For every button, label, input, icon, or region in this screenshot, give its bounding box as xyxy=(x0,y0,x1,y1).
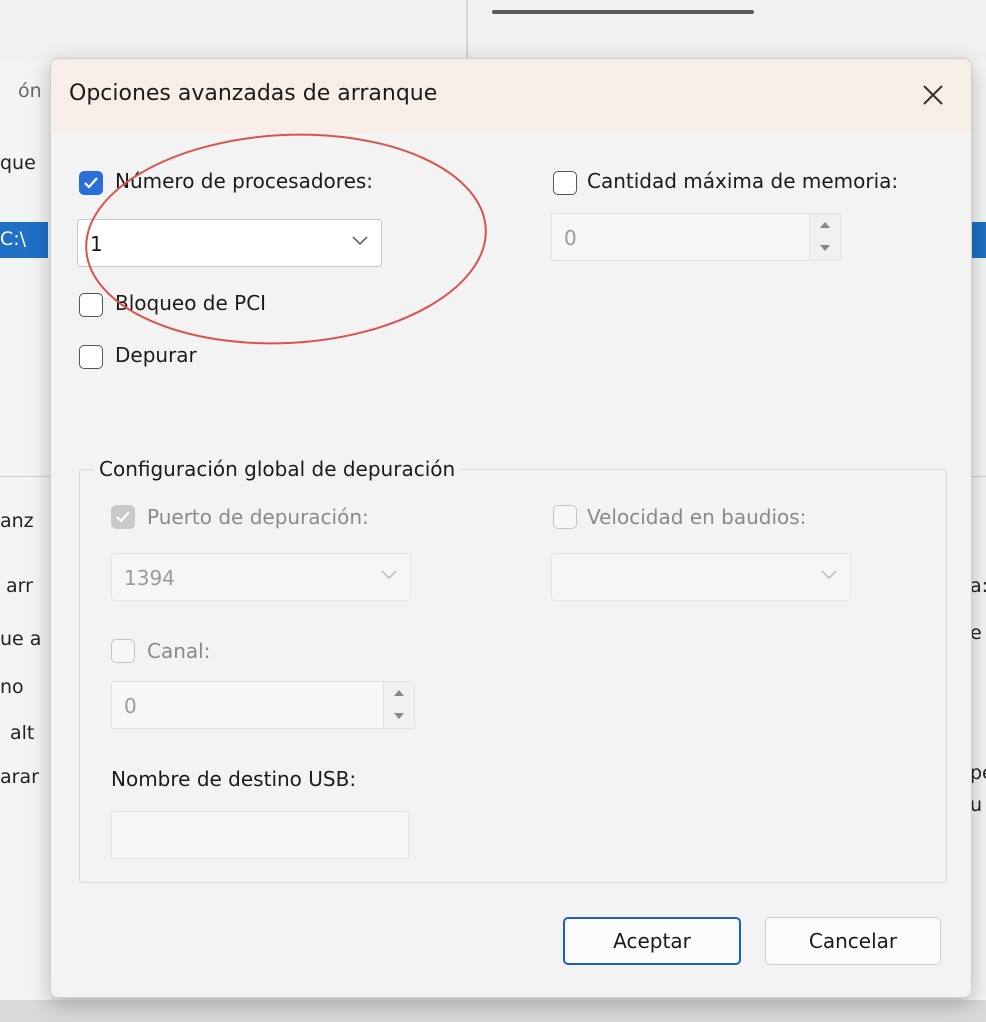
background-text: que xyxy=(0,152,36,174)
background-text: arr xyxy=(6,575,33,597)
usb-target-label: Nombre de destino USB: xyxy=(111,767,357,791)
channel-increment[interactable] xyxy=(384,682,414,705)
background-selected-row-right xyxy=(970,222,986,258)
background-text: e xyxy=(970,622,982,644)
max-memory-checkbox[interactable] xyxy=(553,171,577,195)
debug-port-checkbox[interactable] xyxy=(111,505,135,529)
debug-label: Depurar xyxy=(115,343,197,367)
num-processors-label: Número de procesadores: xyxy=(115,169,374,193)
baud-rate-label: Velocidad en baudios: xyxy=(587,505,807,529)
channel-label: Canal: xyxy=(147,639,211,663)
background-text: pe xyxy=(970,762,986,784)
max-memory-label: Cantidad máxima de memoria: xyxy=(587,169,899,193)
debug-port-select[interactable]: 1394 xyxy=(111,553,411,601)
channel-value: 0 xyxy=(124,694,137,718)
num-processors-checkbox[interactable] xyxy=(79,171,103,195)
background-divider-right xyxy=(970,476,986,477)
pci-lock-label: Bloqueo de PCI xyxy=(115,291,267,315)
background-window-header xyxy=(0,0,986,60)
close-button[interactable] xyxy=(911,75,955,115)
chevron-down-icon xyxy=(352,236,368,246)
ok-button[interactable]: Aceptar xyxy=(563,917,741,965)
max-memory-increment[interactable] xyxy=(810,214,840,237)
debug-port-label: Puerto de depuración: xyxy=(147,505,369,529)
check-icon xyxy=(116,511,130,523)
background-tab-indicator xyxy=(492,10,754,14)
debug-checkbox[interactable] xyxy=(79,345,103,369)
channel-spinner[interactable]: 0 xyxy=(111,681,415,729)
background-text: no xyxy=(0,676,24,698)
arrow-down-icon xyxy=(394,713,404,719)
background-divider-left xyxy=(0,476,50,477)
chevron-down-icon xyxy=(381,570,397,580)
dialog-title: Opciones avanzadas de arranque xyxy=(69,81,438,106)
pci-lock-checkbox[interactable] xyxy=(79,293,103,317)
cancel-button[interactable]: Cancelar xyxy=(765,917,941,965)
max-memory-value: 0 xyxy=(564,226,577,250)
dialog-titlebar: Opciones avanzadas de arranque xyxy=(51,59,971,133)
arrow-up-icon xyxy=(394,690,404,696)
close-icon xyxy=(923,85,943,105)
advanced-boot-options-dialog: Opciones avanzadas de arranque Número de… xyxy=(50,58,972,998)
background-text: anz xyxy=(0,510,34,532)
debug-settings-group-title: Configuración global de depuración xyxy=(93,457,462,481)
arrow-up-icon xyxy=(820,222,830,228)
background-text: arar xyxy=(0,766,39,788)
num-processors-select[interactable]: 1 xyxy=(77,219,382,267)
spinner-arrows xyxy=(809,214,840,260)
baud-rate-checkbox[interactable] xyxy=(553,505,577,529)
chevron-down-icon xyxy=(821,570,837,580)
channel-checkbox[interactable] xyxy=(111,639,135,663)
num-processors-value: 1 xyxy=(90,232,103,256)
max-memory-decrement[interactable] xyxy=(810,237,840,260)
debug-port-value: 1394 xyxy=(124,566,175,590)
baud-rate-select[interactable] xyxy=(551,553,851,601)
background-text: ue a xyxy=(0,628,42,650)
background-divider xyxy=(466,0,468,60)
channel-decrement[interactable] xyxy=(384,705,414,728)
background-text: C:\ xyxy=(0,228,27,250)
background-footer xyxy=(0,1000,986,1022)
spinner-arrows xyxy=(383,682,414,728)
check-icon xyxy=(84,177,98,189)
background-text: u xyxy=(970,794,983,816)
usb-target-input[interactable] xyxy=(111,811,409,859)
arrow-down-icon xyxy=(820,245,830,251)
background-text: a: xyxy=(970,575,986,597)
max-memory-spinner[interactable]: 0 xyxy=(551,213,841,261)
